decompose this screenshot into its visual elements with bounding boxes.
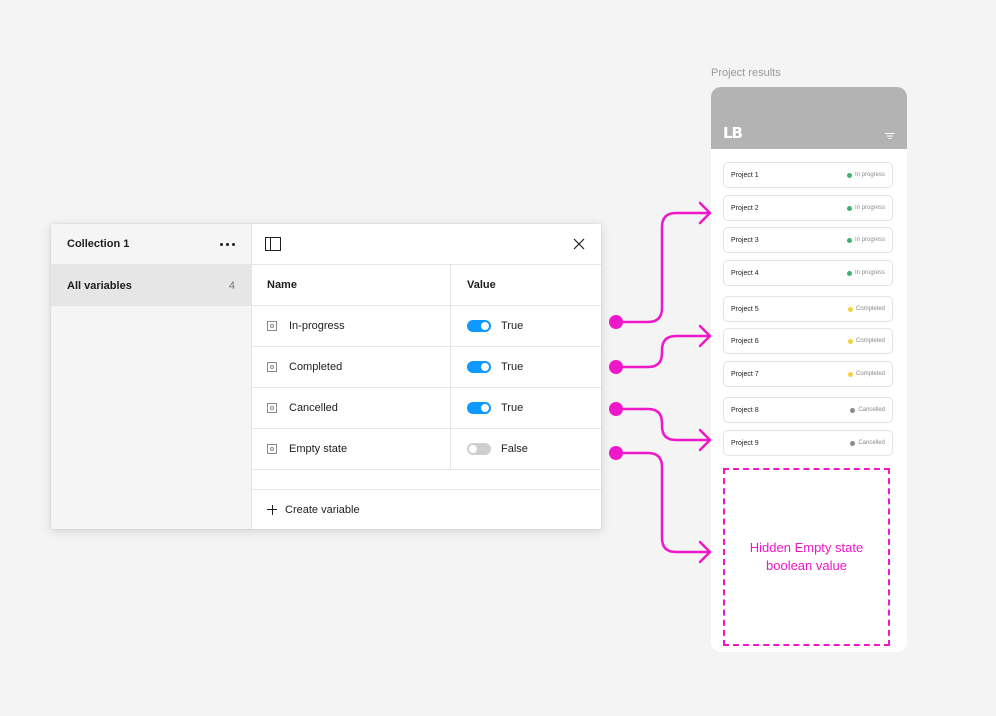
brand-logo: LB bbox=[723, 124, 743, 142]
project-card[interactable]: Project 1 In progress bbox=[723, 162, 893, 188]
boolean-toggle[interactable] bbox=[467, 443, 491, 455]
status-badge: In progress bbox=[846, 172, 885, 178]
arrow-cancelled bbox=[614, 407, 712, 442]
arrow-empty-state bbox=[614, 451, 712, 554]
plus-icon bbox=[267, 504, 277, 515]
variable-value: False bbox=[501, 443, 528, 455]
status-badge: Completed bbox=[847, 371, 885, 377]
project-results-mockup: LB Project 1 In progress Project 2 In prog… bbox=[711, 87, 907, 652]
mockup-label: Project results bbox=[711, 67, 781, 79]
toggle-sidebar-icon[interactable] bbox=[263, 234, 283, 254]
arrowhead bbox=[698, 324, 712, 348]
arrowhead bbox=[698, 428, 712, 452]
project-name: Project 6 bbox=[731, 337, 759, 345]
column-header-name: Name bbox=[251, 265, 451, 305]
status-badge: In progress bbox=[846, 270, 885, 276]
arrowhead bbox=[698, 540, 712, 564]
project-card[interactable]: Project 4 In progress bbox=[723, 260, 893, 286]
boolean-type-icon bbox=[267, 403, 277, 413]
arrow-in-progress bbox=[614, 211, 712, 324]
arrowhead bbox=[698, 201, 712, 225]
project-name: Project 2 bbox=[731, 204, 759, 212]
project-card[interactable]: Project 8 Cancelled bbox=[723, 397, 893, 423]
table-row[interactable]: Empty state False bbox=[251, 429, 601, 470]
status-badge: Cancelled bbox=[850, 440, 885, 446]
status-badge: In progress bbox=[846, 237, 885, 243]
arrow-completed bbox=[614, 334, 712, 369]
connector-dot bbox=[609, 360, 623, 374]
empty-state-text-line1: Hidden Empty state bbox=[749, 540, 864, 555]
create-variable-button[interactable]: Create variable bbox=[251, 489, 601, 529]
table-row[interactable]: In-progress True bbox=[251, 306, 601, 347]
variable-name[interactable]: In-progress bbox=[289, 320, 345, 332]
mockup-header: LB bbox=[711, 87, 907, 149]
variable-name[interactable]: Cancelled bbox=[289, 402, 338, 414]
status-badge: Completed bbox=[847, 306, 885, 312]
boolean-toggle[interactable] bbox=[467, 320, 491, 332]
boolean-type-icon bbox=[267, 362, 277, 372]
boolean-toggle[interactable] bbox=[467, 402, 491, 414]
table-toolbar bbox=[251, 224, 601, 265]
table-row[interactable]: Cancelled True bbox=[251, 388, 601, 429]
column-header-value: Value bbox=[467, 279, 496, 291]
collection-name: Collection 1 bbox=[67, 238, 130, 250]
hidden-empty-state: Hidden Empty state boolean value bbox=[723, 468, 890, 646]
create-variable-label: Create variable bbox=[285, 503, 360, 516]
project-name: Project 8 bbox=[731, 406, 759, 414]
connector-dot bbox=[609, 402, 623, 416]
variable-value: True bbox=[501, 402, 524, 414]
table-header-row: Name Value bbox=[251, 265, 601, 306]
boolean-toggle[interactable] bbox=[467, 361, 491, 373]
sidebar-item-all-variables[interactable]: All variables 4 bbox=[51, 265, 251, 306]
status-badge: Cancelled bbox=[850, 407, 885, 413]
filter-icon[interactable] bbox=[885, 127, 895, 145]
project-card[interactable]: Project 2 In progress bbox=[723, 195, 893, 221]
connector-dot bbox=[609, 315, 623, 329]
project-card[interactable]: Project 9 Cancelled bbox=[723, 430, 893, 456]
project-name: Project 3 bbox=[731, 236, 759, 244]
boolean-type-icon bbox=[267, 444, 277, 454]
variables-panel: Collection 1 All variables 4 Name Value … bbox=[51, 224, 601, 529]
project-name: Project 1 bbox=[731, 171, 759, 179]
close-icon[interactable] bbox=[569, 234, 589, 254]
variables-table-area: Name Value In-progress True Completed Tr… bbox=[251, 224, 601, 529]
table-row[interactable]: Completed True bbox=[251, 347, 601, 388]
variable-name[interactable]: Completed bbox=[289, 361, 342, 373]
variable-value: True bbox=[501, 361, 524, 373]
collections-sidebar: Collection 1 All variables 4 bbox=[51, 224, 252, 529]
project-card[interactable]: Project 7 Completed bbox=[723, 361, 893, 387]
sidebar-item-label: All variables bbox=[67, 279, 132, 292]
variable-name[interactable]: Empty state bbox=[289, 443, 347, 455]
project-card[interactable]: Project 5 Completed bbox=[723, 296, 893, 322]
boolean-type-icon bbox=[267, 321, 277, 331]
connector-dot bbox=[609, 446, 623, 460]
project-card[interactable]: Project 6 Completed bbox=[723, 328, 893, 354]
status-badge: Completed bbox=[847, 338, 885, 344]
status-badge: In progress bbox=[846, 205, 885, 211]
more-options-icon[interactable] bbox=[216, 239, 239, 250]
project-name: Project 4 bbox=[731, 269, 759, 277]
project-card[interactable]: Project 3 In progress bbox=[723, 227, 893, 253]
project-name: Project 7 bbox=[731, 370, 759, 378]
empty-state-text-line2: boolean value bbox=[766, 558, 847, 573]
variable-count: 4 bbox=[228, 279, 235, 292]
collection-header: Collection 1 bbox=[51, 224, 251, 265]
variables-table: Name Value In-progress True Completed Tr… bbox=[251, 265, 601, 470]
project-name: Project 5 bbox=[731, 305, 759, 313]
project-name: Project 9 bbox=[731, 439, 759, 447]
variable-value: True bbox=[501, 320, 524, 332]
